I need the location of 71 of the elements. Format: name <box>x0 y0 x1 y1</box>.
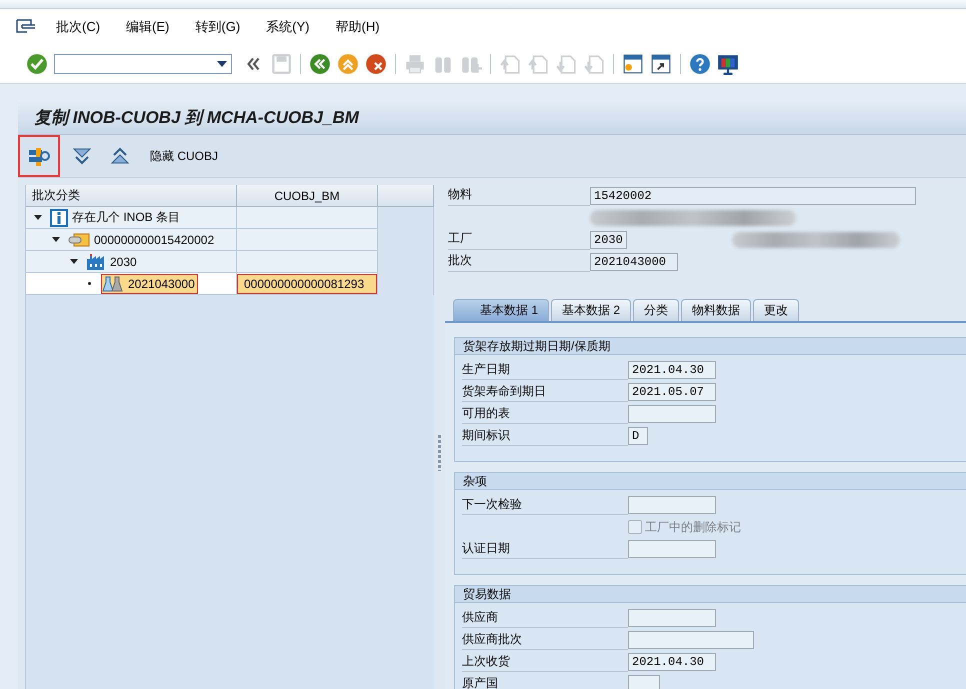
exit-icon[interactable] <box>337 53 359 75</box>
input-field[interactable]: 2021043000 <box>590 253 678 271</box>
input-field[interactable]: 2021.04.30 <box>628 653 716 671</box>
expand-toggle-icon[interactable] <box>70 259 78 264</box>
field-label: 期间标识 <box>462 426 628 446</box>
screen-title: 复制 INOB-CUOBJ 到 MCHA-CUOBJ_BM <box>34 106 359 128</box>
field-label: 下一次检验 <box>462 495 628 515</box>
menu-item[interactable]: 编辑(E) <box>126 18 170 36</box>
splitter-grip[interactable] <box>438 434 441 470</box>
input-field[interactable] <box>628 405 716 423</box>
input-field[interactable]: 15420002 <box>590 187 916 205</box>
menu-item[interactable]: 系统(Y) <box>266 18 310 36</box>
group-title: 贸易数据 <box>463 586 511 602</box>
expand-toggle-icon[interactable] <box>52 237 60 242</box>
input-field[interactable] <box>628 496 716 514</box>
group-title: 杂项 <box>463 472 487 490</box>
monitor-icon[interactable] <box>717 53 739 75</box>
factory-icon <box>86 252 106 270</box>
tab[interactable]: 更改 <box>753 299 800 321</box>
input-field[interactable] <box>628 540 716 558</box>
input-field[interactable] <box>628 631 754 649</box>
group-title: 货架存放期过期日期/保质期 <box>463 338 610 354</box>
new-window-icon[interactable] <box>622 53 644 75</box>
menu-item[interactable]: 转到(G) <box>195 18 240 36</box>
flask-icon <box>102 274 124 292</box>
expand-toggle-icon[interactable] <box>34 215 42 220</box>
table-cell: 000000000000081293 <box>244 276 364 290</box>
node-label: 存在几个 INOB 条目 <box>72 209 180 226</box>
input-field[interactable]: 2021.05.07 <box>628 383 716 401</box>
shortcut-window-icon[interactable] <box>650 53 672 75</box>
menu-item[interactable]: 帮助(H) <box>336 18 380 36</box>
check-icon[interactable] <box>26 53 48 75</box>
command-field[interactable] <box>54 54 232 74</box>
column-header <box>378 185 434 207</box>
field-label: 生产日期 <box>462 360 628 380</box>
input-field[interactable]: 2021.04.30 <box>628 361 716 379</box>
info-icon <box>50 208 68 226</box>
dropdown-arrow-icon[interactable] <box>217 61 227 67</box>
field-label: 供应商 <box>462 608 628 628</box>
field-label: 货架寿命到期日 <box>462 382 628 402</box>
field-label: 可用的表 <box>462 404 628 424</box>
input-field[interactable]: D <box>628 427 648 445</box>
tab[interactable]: 基本数据 2 <box>551 299 632 321</box>
expand-all-icon <box>72 147 92 165</box>
menu-item[interactable]: 批次(C) <box>56 18 100 36</box>
tab[interactable]: 分类 <box>633 299 680 321</box>
help-icon[interactable] <box>689 53 711 75</box>
leaf-bullet-icon <box>88 282 91 285</box>
tools-icon <box>28 145 50 167</box>
hide-cuobj-button[interactable]: 隐藏 CUOBJ <box>142 135 226 177</box>
cancel-icon[interactable] <box>365 53 387 75</box>
field-label: 上次收货 <box>462 652 628 672</box>
tree-node[interactable]: 2021043000 <box>101 274 198 294</box>
column-header: CUOBJ_BM <box>237 185 378 207</box>
tab[interactable]: 基本数据 1 <box>453 299 550 321</box>
node-label: 2021043000 <box>128 276 195 290</box>
tools-button[interactable] <box>18 135 60 177</box>
system-menu-icon[interactable] <box>16 19 36 35</box>
back-icon[interactable] <box>309 53 331 75</box>
column-header: 批次分类 <box>26 185 237 207</box>
input-field[interactable]: 2030 <box>590 231 627 249</box>
collapse-all-icon <box>110 147 130 165</box>
checkbox-label: 工厂中的删除标记 <box>645 518 741 536</box>
input-field[interactable] <box>628 675 660 689</box>
tab[interactable]: 物料数据 <box>681 299 752 321</box>
material-icon <box>68 232 90 248</box>
node-label: 2030 <box>110 254 137 268</box>
field-label: 供应商批次 <box>462 630 628 650</box>
input-field[interactable] <box>628 609 716 627</box>
field-label: 认证日期 <box>462 539 628 559</box>
node-label: 000000000015420002 <box>94 232 214 246</box>
